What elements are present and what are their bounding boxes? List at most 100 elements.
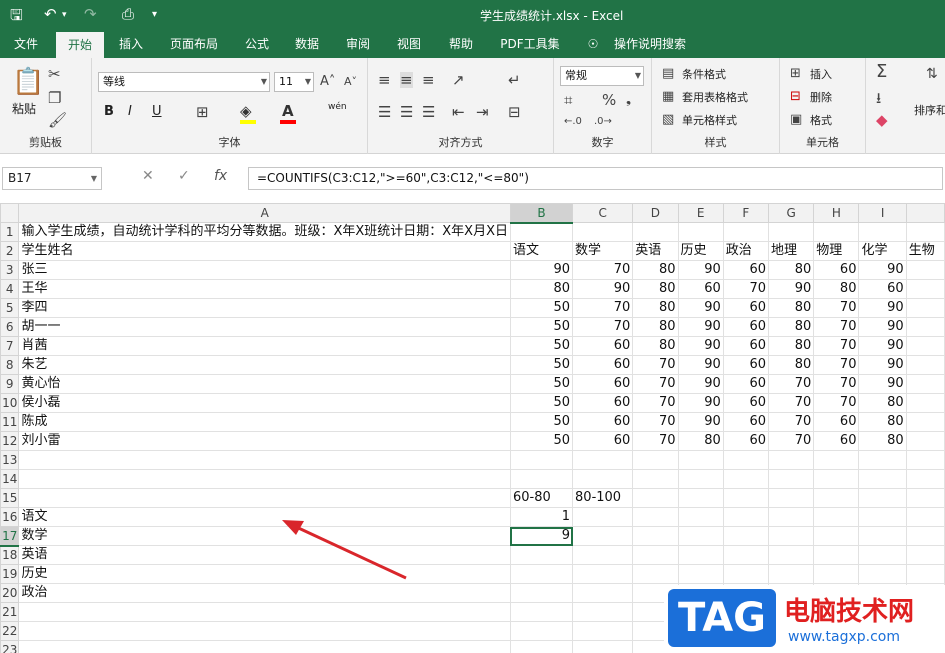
cell-styles-button[interactable]: 单元格样式	[682, 112, 737, 128]
cell[interactable]	[767, 222, 815, 242]
tab-home[interactable]: 开始	[56, 30, 104, 58]
cell[interactable]	[813, 526, 860, 546]
cell[interactable]: 70	[632, 374, 679, 394]
cell[interactable]	[509, 564, 574, 584]
cell[interactable]	[858, 507, 907, 527]
cell[interactable]	[632, 507, 679, 527]
cell[interactable]: 60	[813, 260, 860, 280]
cell[interactable]	[767, 526, 815, 546]
cell[interactable]: 50	[509, 355, 574, 375]
cell[interactable]	[632, 222, 679, 242]
row-header[interactable]: 1	[0, 222, 20, 242]
cell[interactable]	[905, 393, 945, 413]
format-cells-button[interactable]: 格式	[810, 112, 832, 128]
select-all-corner[interactable]	[0, 203, 20, 223]
cell[interactable]: 60	[722, 355, 770, 375]
cell[interactable]	[905, 336, 945, 356]
cell[interactable]: 胡一一	[18, 317, 511, 337]
cell[interactable]: 90	[677, 317, 724, 337]
cell[interactable]	[767, 450, 815, 470]
cell[interactable]: 70	[813, 374, 860, 394]
cell[interactable]: 历史	[677, 241, 724, 261]
fill-color-icon[interactable]: ◈	[240, 103, 252, 119]
cell[interactable]	[677, 450, 724, 470]
cell[interactable]	[572, 583, 634, 603]
cell[interactable]	[509, 640, 574, 653]
cell[interactable]	[18, 488, 511, 508]
copy-icon[interactable]: ❐	[48, 90, 61, 106]
cell[interactable]: 60	[722, 317, 770, 337]
cell[interactable]: 60	[677, 279, 724, 299]
cell[interactable]: 70	[572, 260, 634, 280]
cell[interactable]: 90	[677, 336, 724, 356]
cell[interactable]	[767, 469, 815, 489]
cell[interactable]	[905, 298, 945, 318]
font-size-select[interactable]: 11 ▼	[274, 72, 314, 92]
cell[interactable]	[813, 507, 860, 527]
cell[interactable]: 80	[632, 336, 679, 356]
cell[interactable]: 70	[722, 279, 770, 299]
cell[interactable]: 80	[509, 279, 574, 299]
cell[interactable]: 70	[813, 298, 860, 318]
tab-view[interactable]: 视图	[388, 30, 430, 58]
tab-pdf-tools[interactable]: PDF工具集	[494, 30, 566, 58]
align-bottom-icon[interactable]: ≡	[422, 72, 435, 88]
cell[interactable]: 生物	[905, 241, 945, 261]
tab-page-layout[interactable]: 页面布局	[160, 30, 228, 58]
cell[interactable]: 90	[677, 393, 724, 413]
cell[interactable]: 90	[677, 298, 724, 318]
cell[interactable]: 80	[677, 431, 724, 451]
column-header[interactable]: E	[677, 203, 724, 223]
cell[interactable]	[632, 488, 679, 508]
tab-formulas[interactable]: 公式	[236, 30, 278, 58]
cell[interactable]: 90	[858, 336, 907, 356]
align-top-icon[interactable]: ≡	[378, 72, 391, 88]
cell[interactable]	[905, 488, 945, 508]
cell[interactable]: 刘小雷	[18, 431, 511, 451]
cell[interactable]: 60	[722, 393, 770, 413]
row-header[interactable]: 4	[0, 279, 20, 299]
cell[interactable]: 70	[767, 393, 815, 413]
tab-data[interactable]: 数据	[286, 30, 328, 58]
cell[interactable]	[18, 640, 511, 653]
cell[interactable]: 80	[858, 393, 907, 413]
cell[interactable]: 50	[509, 431, 574, 451]
row-header[interactable]: 14	[0, 469, 20, 489]
font-color-icon[interactable]: A	[282, 103, 294, 119]
cell[interactable]	[722, 222, 770, 242]
autosum-icon[interactable]: Σ	[876, 63, 887, 81]
cell[interactable]: 80	[767, 260, 815, 280]
cell[interactable]: 政治	[722, 241, 770, 261]
increase-decimal-icon[interactable]: ←.0	[564, 114, 582, 130]
save-icon[interactable]: 🖫	[10, 5, 23, 30]
cell[interactable]: 70	[632, 355, 679, 375]
row-header[interactable]: 6	[0, 317, 20, 337]
cell[interactable]: 80	[632, 317, 679, 337]
cell[interactable]: 90	[677, 374, 724, 394]
cell[interactable]	[509, 222, 574, 242]
cell[interactable]	[632, 564, 679, 584]
cut-icon[interactable]: ✂	[48, 66, 61, 82]
cell[interactable]: 90	[858, 298, 907, 318]
cell[interactable]	[905, 469, 945, 489]
cell[interactable]: 70	[572, 298, 634, 318]
cell[interactable]: 90	[677, 260, 724, 280]
cell[interactable]: 60	[722, 336, 770, 356]
cell[interactable]	[722, 450, 770, 470]
column-header[interactable]: H	[813, 203, 860, 223]
italic-button[interactable]: I	[128, 104, 132, 119]
cell[interactable]	[905, 355, 945, 375]
cell[interactable]	[767, 507, 815, 527]
cell[interactable]	[858, 488, 907, 508]
cell[interactable]: 80	[767, 298, 815, 318]
cell[interactable]: 语文	[509, 241, 574, 261]
cell[interactable]	[18, 469, 511, 489]
cell[interactable]	[905, 222, 945, 242]
cell[interactable]: 80	[858, 431, 907, 451]
cell[interactable]: 80	[813, 279, 860, 299]
cell[interactable]: 60	[572, 393, 634, 413]
cell[interactable]: 80-100	[572, 488, 634, 508]
row-header[interactable]: 20	[0, 583, 20, 603]
cell[interactable]: 60	[572, 412, 634, 432]
cell[interactable]: 肖茜	[18, 336, 511, 356]
